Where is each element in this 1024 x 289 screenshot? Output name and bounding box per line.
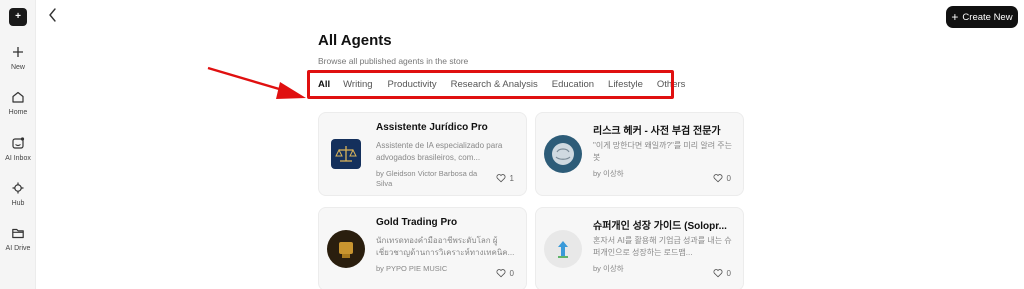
growth-icon bbox=[558, 241, 568, 258]
page-subtitle: Browse all published agents in the store bbox=[318, 56, 469, 66]
like-button[interactable]: 0 bbox=[713, 173, 731, 183]
sidebar-item-ai-inbox[interactable]: AI Inbox bbox=[0, 136, 36, 162]
chevron-left-icon bbox=[49, 8, 56, 22]
agent-card[interactable]: Gold Trading Pro นักเทรดทองคำมืออาชีพระด… bbox=[318, 207, 527, 289]
agent-card[interactable]: 슈퍼개인 성장 가이드 (Solopr... 혼자서 AI를 활용해 기업급 성… bbox=[535, 207, 744, 289]
agent-author: by 이상하 bbox=[593, 264, 624, 273]
like-button[interactable]: 1 bbox=[496, 173, 514, 183]
like-count: 0 bbox=[509, 268, 514, 278]
inbox-icon bbox=[12, 137, 25, 149]
agent-author: by PYPO PIE MUSIC bbox=[376, 264, 448, 273]
scales-icon bbox=[335, 146, 357, 162]
sidebar-item-ai-drive[interactable]: AI Drive bbox=[0, 226, 36, 252]
folder-icon bbox=[12, 228, 24, 239]
annotation-highlight-box bbox=[307, 70, 674, 99]
like-count: 1 bbox=[509, 173, 514, 183]
sidebar-item-label: New bbox=[10, 64, 25, 71]
sidebar-item-hub[interactable]: Hub bbox=[0, 181, 36, 207]
plus-icon bbox=[13, 47, 23, 57]
brain-icon bbox=[552, 143, 574, 165]
agent-description: Assistente de IA especializado para advo… bbox=[376, 141, 503, 162]
agent-author: by 이상하 bbox=[593, 169, 624, 178]
agent-title: 슈퍼개인 성장 가이드 (Solopr... bbox=[593, 221, 727, 232]
agent-description: 혼자서 AI를 활용해 기업급 성과를 내는 슈퍼개인으로 성장하는 로드맵..… bbox=[593, 236, 732, 257]
sidebar-item-label: Hub bbox=[11, 200, 25, 207]
sidebar-item-label: AI Drive bbox=[5, 245, 31, 252]
agent-title: Assistente Jurídico Pro bbox=[376, 122, 488, 133]
agent-card[interactable]: Assistente Jurídico Pro Assistente de IA… bbox=[318, 112, 527, 196]
like-button[interactable]: 0 bbox=[496, 268, 514, 278]
like-button[interactable]: 0 bbox=[713, 268, 731, 278]
agent-title: Gold Trading Pro bbox=[376, 217, 458, 228]
create-new-button[interactable]: + Create New bbox=[946, 6, 1018, 28]
page-title: All Agents bbox=[318, 32, 392, 49]
like-count: 0 bbox=[726, 268, 731, 278]
sidebar-item-label: Home bbox=[8, 109, 28, 116]
home-icon bbox=[12, 91, 24, 103]
agent-author: by Gleidson Victor Barbosa da Silva bbox=[376, 169, 478, 188]
sidebar-item-label: AI Inbox bbox=[5, 155, 31, 162]
logo-glyph: + bbox=[15, 11, 21, 22]
agent-avatar bbox=[327, 230, 365, 268]
back-button[interactable] bbox=[46, 6, 60, 24]
agent-title: 리스크 헤커 - 사전 부검 전문가 bbox=[593, 126, 721, 137]
agent-avatar bbox=[544, 230, 582, 268]
heart-icon bbox=[496, 174, 506, 183]
sidebar-item-home[interactable]: Home bbox=[0, 90, 36, 116]
gold-trophy-icon bbox=[339, 242, 353, 258]
agent-avatar bbox=[544, 135, 582, 173]
create-new-label: Create New bbox=[962, 11, 1013, 23]
heart-icon bbox=[713, 269, 723, 278]
app-logo[interactable]: + bbox=[9, 8, 27, 26]
agent-description: "이게 망한다면 왜일까?"를 미리 알려 주는 봇 bbox=[593, 141, 733, 162]
app-window: + New Home AI Inbox Hub AI Drive + Creat… bbox=[0, 0, 1024, 289]
sidebar-item-new[interactable]: New bbox=[0, 45, 36, 71]
hub-icon bbox=[12, 182, 24, 194]
sidebar: + New Home AI Inbox Hub AI Drive bbox=[0, 0, 36, 289]
heart-icon bbox=[713, 174, 723, 183]
agent-avatar bbox=[331, 139, 361, 169]
plus-icon: + bbox=[951, 10, 959, 24]
agent-description: นักเทรดทองคำมืออาชีพระดับโลก ผู้เชี่ยวชา… bbox=[376, 236, 515, 257]
annotation-arrow bbox=[207, 66, 306, 99]
heart-icon bbox=[496, 269, 506, 278]
agent-card[interactable]: 리스크 헤커 - 사전 부검 전문가 "이게 망한다면 왜일까?"를 미리 알려… bbox=[535, 112, 744, 196]
like-count: 0 bbox=[726, 173, 731, 183]
